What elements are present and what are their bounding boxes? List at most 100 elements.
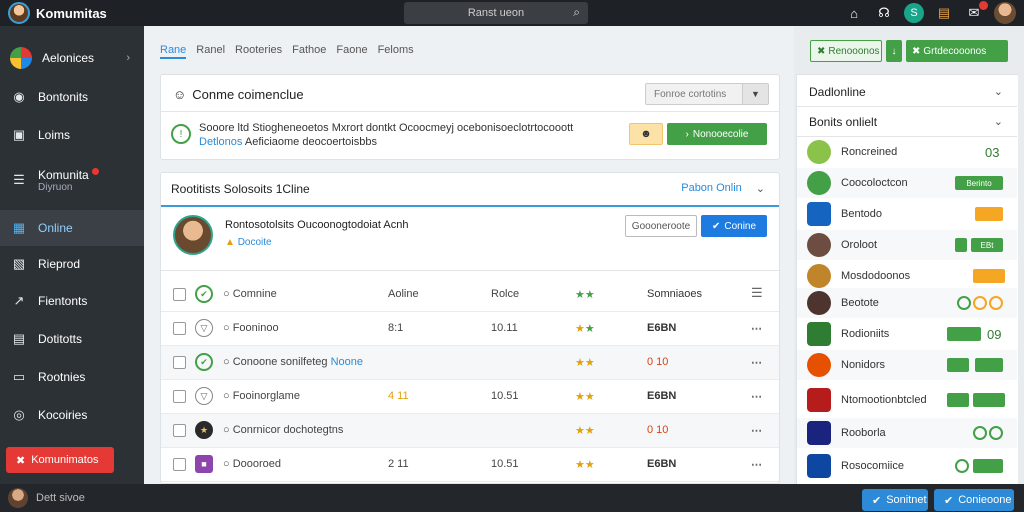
search-icon[interactable]: ⌕	[573, 5, 580, 20]
sidebar-item-label: Rieprod	[38, 257, 81, 271]
sidebar: Aelonices › ◉ Bontonits ▣ Loims ☰ Komuni…	[0, 26, 144, 484]
row-checkbox[interactable]	[173, 356, 186, 369]
sidebar-item-fientonts[interactable]: ↗ Fientonts	[0, 283, 144, 319]
online-user-name: Roncreined	[841, 146, 898, 158]
post-button[interactable]: › Nonooecolie	[667, 123, 767, 145]
generate-button[interactable]: Goooneroote	[625, 215, 697, 237]
row-checkbox[interactable]	[173, 424, 186, 437]
sidebar-item-bontonits[interactable]: ◉ Bontonits	[0, 79, 144, 115]
compose-title-text: Conme coimenclue	[192, 87, 304, 102]
sidebar-item-rootnies[interactable]: ▭ Rootnies	[0, 359, 144, 395]
status-badge-small	[947, 358, 969, 372]
row-checkbox[interactable]	[173, 458, 186, 471]
profile-avatar[interactable]	[173, 215, 213, 255]
sidebar-item-dotitotts[interactable]: ▤ Dotitotts	[0, 321, 144, 357]
tab-rane[interactable]: Rane	[160, 44, 187, 59]
compose-title: ☺ Conme coimenclue	[173, 87, 304, 102]
online-user-row[interactable]: Ntomootionbtcled	[797, 385, 1017, 415]
table-row[interactable]: ■ ○ Doooroed 2 11 10.51 ★★ E6BN ⋯	[161, 448, 779, 482]
mail-icon[interactable]: ✉	[964, 1, 988, 23]
tab-fathoe[interactable]: Fathoe	[292, 44, 326, 59]
tab-feloms[interactable]: Feloms	[378, 44, 414, 59]
online-panel-title: Dadlonline	[809, 84, 866, 99]
compose-message: Sooore ltd Stiogheneoetos Mxrort dontkt …	[199, 121, 619, 149]
row-checkbox[interactable]	[173, 390, 186, 403]
select-all-checkbox[interactable]	[173, 288, 186, 301]
more-icon[interactable]: ⋯	[751, 390, 763, 403]
tab-ranel[interactable]: Ranel	[196, 44, 225, 59]
online-user-row[interactable]: Mosdodoonos	[797, 261, 1017, 291]
online-user-row[interactable]: Nonidors	[797, 350, 1017, 380]
check-circle-icon: ✔	[195, 285, 213, 303]
stars-icon: ★★	[575, 391, 595, 403]
online-button[interactable]: ✔ Conine	[701, 215, 767, 237]
status-badge	[975, 207, 1003, 221]
sidebar-item-loims[interactable]: ▣ Loims	[0, 117, 144, 153]
sidebar-cta-button[interactable]: ✖ Komunimatos	[6, 447, 114, 473]
user-avatar	[807, 171, 831, 195]
download-button[interactable]: ↓	[886, 40, 902, 62]
online-user-row[interactable]: Rooborla	[797, 418, 1017, 448]
filter-select[interactable]: Fonroe cortotins ▼	[645, 83, 769, 105]
warning-icon: ▲	[225, 237, 235, 248]
online-panel-header[interactable]: Dadlonline ⌄	[797, 77, 1017, 107]
search-input[interactable]: Ranst ueon ⌕	[404, 2, 588, 24]
status-icon[interactable]: S	[904, 3, 924, 23]
online-user-row[interactable]: Coocoloctcon Berinto	[797, 168, 1017, 198]
stars-icon: ★★	[575, 425, 595, 437]
table-row[interactable]: ▽ ○ Fooninoo 8:1 10.11 ★★ E6BN ⋯	[161, 312, 779, 346]
search-small-icon: ○	[223, 356, 233, 368]
status-circle-icon	[973, 426, 987, 440]
bottom-button-1[interactable]: ✔ Sonitnet	[862, 489, 928, 511]
sidebar-item-sub: Diyruon	[38, 181, 73, 193]
row-link[interactable]: Noone	[331, 356, 363, 368]
row-name-text: Doooroed	[232, 458, 282, 470]
online-user-row[interactable]: Oroloot EBt	[797, 230, 1017, 260]
grtdecooonos-button[interactable]: ✖ Grtdecooonos	[906, 40, 1008, 62]
online-user-row[interactable]: Bentodo	[797, 199, 1017, 229]
more-icon[interactable]: ⋯	[751, 424, 763, 437]
online-user-row[interactable]: Roncreined 03	[797, 137, 1017, 167]
table-row[interactable]: ✔ ○ Conoone sonilfeteg Noone ★★ 0 10 ⋯	[161, 346, 779, 380]
online-user-row[interactable]: Rosocomiice	[797, 451, 1017, 481]
stars-icon: ★★	[575, 357, 595, 369]
logo-icon	[10, 47, 32, 69]
profile-sub[interactable]: ▲ Docoite	[225, 237, 272, 248]
renooonos-button[interactable]: ✖ Renooonos	[810, 40, 882, 62]
brand[interactable]: Komumitas	[0, 2, 300, 24]
burger-icon[interactable]: ▤	[934, 3, 954, 23]
home-icon[interactable]: ⌂	[844, 3, 864, 23]
online-panel-subheader[interactable]: Bonits onlielt ⌄	[797, 107, 1017, 137]
bottom-button-2[interactable]: ✔ Conieoone	[934, 489, 1014, 511]
status-badge: EBt	[971, 238, 1003, 252]
sidebar-item-label: Dotitotts	[38, 332, 83, 346]
emoji-button[interactable]: ☻	[629, 123, 663, 145]
sidebar-item-aelonices[interactable]: Aelonices ›	[0, 40, 144, 76]
sidebar-item-rieprod[interactable]: ▧ Rieprod	[0, 246, 144, 282]
headset-icon[interactable]: ☊	[874, 3, 894, 23]
online-user-count: 03	[985, 144, 1000, 160]
members-header-right[interactable]: Pabon Onlin ⌄	[681, 182, 765, 195]
stars-icon: ★★	[575, 289, 595, 301]
online-user-row[interactable]: Beotote	[797, 288, 1017, 318]
notification-badge	[979, 1, 988, 10]
sidebar-item-kocoiries[interactable]: ◎ Kocoiries	[0, 397, 144, 433]
more-icon[interactable]: ⋯	[751, 356, 763, 369]
table-row[interactable]: ★ ○ Conrnicor dochotegtns ★★ 0 10 ⋯	[161, 414, 779, 448]
table-row[interactable]: ▽ ○ Fooinorglame 4 11 10.51 ★★ E6BN ⋯	[161, 380, 779, 414]
row-checkbox[interactable]	[173, 322, 186, 335]
sidebar-item-label: Bontonits	[38, 90, 89, 104]
sidebar-item-online[interactable]: ▦ Online	[0, 210, 144, 246]
row-col2: 4 11	[388, 390, 409, 402]
bottom-user[interactable]: Dett sivoe	[0, 488, 85, 508]
user-avatar[interactable]	[994, 2, 1016, 24]
online-user-row[interactable]: Rodioniits 09	[797, 319, 1017, 349]
menu-lines-icon[interactable]: ☰	[751, 285, 764, 301]
chevron-right-icon: ›	[126, 52, 130, 64]
sidebar-item-komunita[interactable]: ☰ Komunita Diyruon	[0, 159, 144, 201]
more-icon[interactable]: ⋯	[751, 322, 763, 335]
tab-faone[interactable]: Faone	[336, 44, 367, 59]
tab-rooteries[interactable]: Rooteries	[235, 44, 282, 59]
compose-link[interactable]: Detlonos	[199, 136, 242, 148]
more-icon[interactable]: ⋯	[751, 458, 763, 471]
